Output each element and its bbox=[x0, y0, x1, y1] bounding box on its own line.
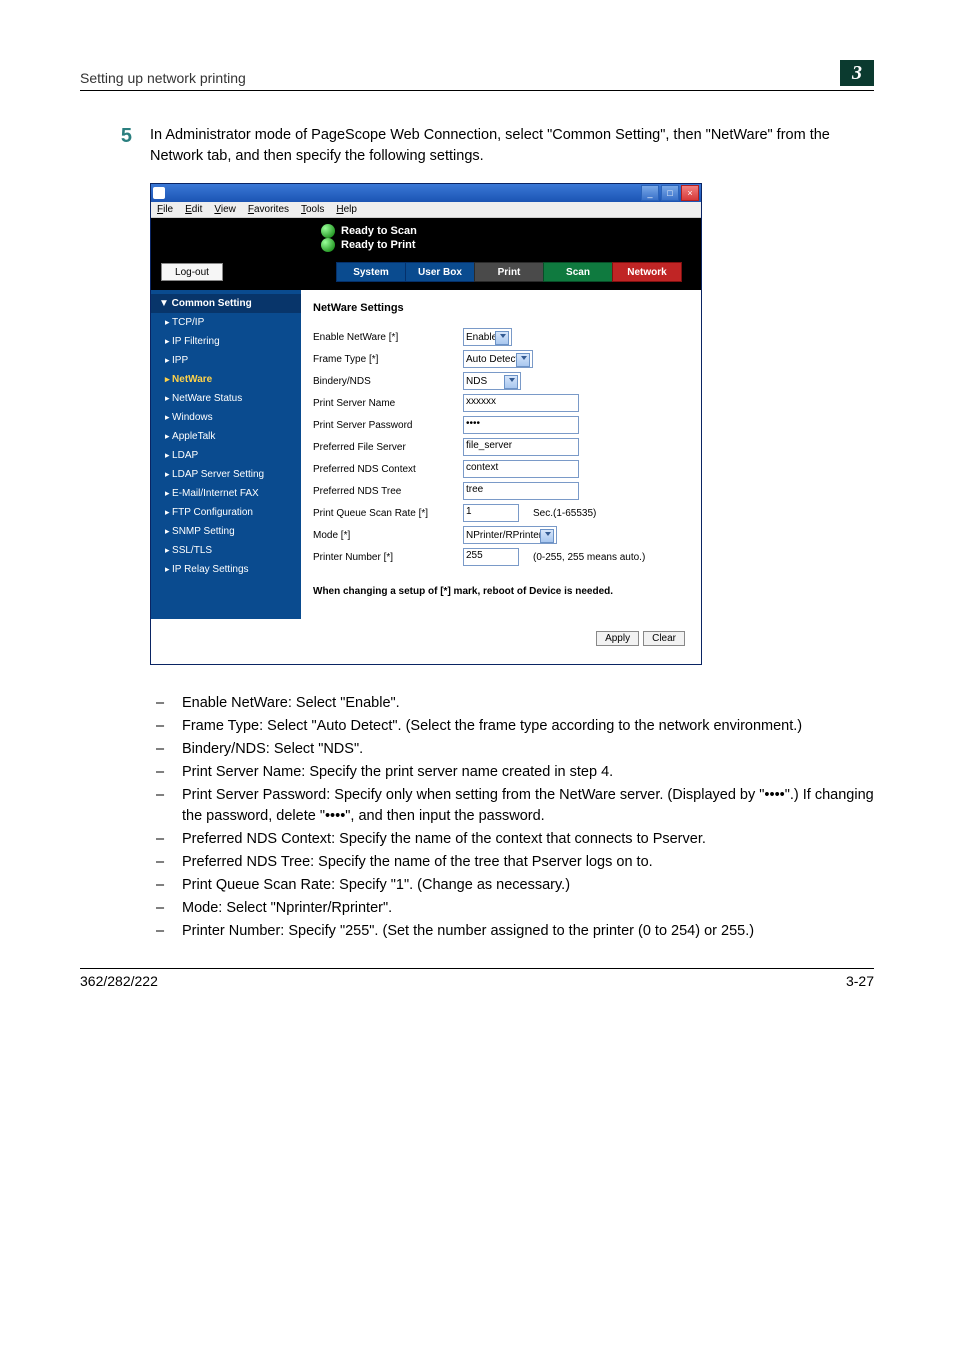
label-bindery-nds: Bindery/NDS bbox=[313, 376, 463, 387]
sidebar-item-ldap[interactable]: LDAP bbox=[151, 446, 301, 465]
input-printer-number[interactable]: 255 bbox=[463, 548, 519, 566]
browser-menu-bar: File Edit View Favorites Tools Help bbox=[151, 202, 701, 218]
sidebar: ▼ Common Setting TCP/IP IP Filtering IPP… bbox=[151, 290, 301, 619]
tab-system[interactable]: System bbox=[336, 262, 406, 282]
label-preferred-file-server: Preferred File Server bbox=[313, 442, 463, 453]
tab-print[interactable]: Print bbox=[474, 262, 544, 282]
select-enable-netware[interactable]: Enable bbox=[463, 328, 512, 346]
ready-print: Ready to Print bbox=[341, 239, 416, 251]
sidebar-section-common[interactable]: ▼ Common Setting bbox=[151, 294, 301, 313]
sidebar-item-netware[interactable]: NetWare bbox=[151, 370, 301, 389]
bullet-item: Mode: Select "Nprinter/Rprinter". bbox=[182, 898, 874, 919]
browser-window: _ □ × File Edit View Favorites Tools Hel… bbox=[150, 183, 702, 665]
bullet-item: Print Server Password: Specify only when… bbox=[182, 785, 874, 827]
bullet-item: Enable NetWare: Select "Enable". bbox=[182, 693, 874, 714]
label-printer-number: Printer Number [*] bbox=[313, 552, 463, 563]
sidebar-item-ldap-server[interactable]: LDAP Server Setting bbox=[151, 465, 301, 484]
label-print-server-password: Print Server Password bbox=[313, 420, 463, 431]
sidebar-item-snmp[interactable]: SNMP Setting bbox=[151, 522, 301, 541]
minimize-button[interactable]: _ bbox=[641, 185, 659, 201]
label-print-queue-scan-rate: Print Queue Scan Rate [*] bbox=[313, 508, 463, 519]
sidebar-item-ftp[interactable]: FTP Configuration bbox=[151, 503, 301, 522]
ready-scan: Ready to Scan bbox=[341, 225, 417, 237]
input-preferred-nds-context[interactable]: context bbox=[463, 460, 579, 478]
clear-button[interactable]: Clear bbox=[643, 631, 685, 646]
maximize-button[interactable]: □ bbox=[661, 185, 679, 201]
window-titlebar: _ □ × bbox=[151, 184, 701, 202]
menu-favorites[interactable]: Favorites bbox=[248, 204, 289, 215]
sidebar-item-appletalk[interactable]: AppleTalk bbox=[151, 427, 301, 446]
tab-network[interactable]: Network bbox=[612, 262, 682, 282]
bullet-item: Frame Type: Select "Auto Detect". (Selec… bbox=[182, 716, 874, 737]
input-preferred-nds-tree[interactable]: tree bbox=[463, 482, 579, 500]
menu-tools[interactable]: Tools bbox=[301, 204, 324, 215]
sidebar-item-ipfiltering[interactable]: IP Filtering bbox=[151, 332, 301, 351]
label-print-server-name: Print Server Name bbox=[313, 398, 463, 409]
sidebar-item-ipp[interactable]: IPP bbox=[151, 351, 301, 370]
menu-view[interactable]: View bbox=[214, 204, 236, 215]
step-number: 5 bbox=[80, 125, 150, 167]
step-text: In Administrator mode of PageScope Web C… bbox=[150, 125, 874, 167]
bullet-item: Print Server Name: Specify the print ser… bbox=[182, 762, 874, 783]
settings-panel: NetWare Settings Enable NetWare [*] Enab… bbox=[301, 290, 701, 619]
bullet-item: Preferred NDS Tree: Specify the name of … bbox=[182, 852, 874, 873]
chapter-badge: 3 bbox=[840, 60, 874, 86]
input-print-server-name[interactable]: xxxxxx bbox=[463, 394, 579, 412]
input-preferred-file-server[interactable]: file_server bbox=[463, 438, 579, 456]
ie-icon bbox=[153, 187, 165, 199]
suffix-printer-number: (0-255, 255 means auto.) bbox=[533, 552, 645, 563]
running-header: Setting up network printing bbox=[80, 70, 832, 86]
select-frame-type[interactable]: Auto Detect bbox=[463, 350, 533, 368]
tab-userbox[interactable]: User Box bbox=[405, 262, 475, 282]
reboot-note: When changing a setup of [*] mark, reboo… bbox=[313, 586, 687, 597]
menu-help[interactable]: Help bbox=[336, 204, 357, 215]
tab-scan[interactable]: Scan bbox=[543, 262, 613, 282]
label-preferred-nds-tree: Preferred NDS Tree bbox=[313, 486, 463, 497]
select-bindery-nds[interactable]: NDS bbox=[463, 372, 521, 390]
bullet-item: Preferred NDS Context: Specify the name … bbox=[182, 829, 874, 850]
bullet-item: Print Queue Scan Rate: Specify "1". (Cha… bbox=[182, 875, 874, 896]
bullet-item: Printer Number: Specify "255". (Set the … bbox=[182, 921, 874, 942]
bullet-item: Bindery/NDS: Select "NDS". bbox=[182, 739, 874, 760]
label-enable-netware: Enable NetWare [*] bbox=[313, 332, 463, 343]
label-preferred-nds-context: Preferred NDS Context bbox=[313, 464, 463, 475]
close-button[interactable]: × bbox=[681, 185, 699, 201]
input-print-server-password[interactable]: •••• bbox=[463, 416, 579, 434]
suffix-scan-rate: Sec.(1-65535) bbox=[533, 508, 596, 519]
footer-left: 362/282/222 bbox=[80, 973, 158, 989]
status-icon bbox=[321, 224, 335, 238]
sidebar-item-ip-relay[interactable]: IP Relay Settings bbox=[151, 560, 301, 579]
bullet-list: –Enable NetWare: Select "Enable". –Frame… bbox=[150, 693, 874, 942]
logout-button[interactable]: Log-out bbox=[161, 263, 223, 281]
sidebar-item-ssl-tls[interactable]: SSL/TLS bbox=[151, 541, 301, 560]
footer-right: 3-27 bbox=[846, 973, 874, 989]
sidebar-item-windows[interactable]: Windows bbox=[151, 408, 301, 427]
panel-title: NetWare Settings bbox=[313, 302, 687, 314]
sidebar-item-tcpip[interactable]: TCP/IP bbox=[151, 313, 301, 332]
label-frame-type: Frame Type [*] bbox=[313, 354, 463, 365]
menu-file[interactable]: File bbox=[157, 204, 173, 215]
menu-edit[interactable]: Edit bbox=[185, 204, 202, 215]
status-icon bbox=[321, 238, 335, 252]
input-print-queue-scan-rate[interactable]: 1 bbox=[463, 504, 519, 522]
label-mode: Mode [*] bbox=[313, 530, 463, 541]
sidebar-item-netware-status[interactable]: NetWare Status bbox=[151, 389, 301, 408]
sidebar-item-email-ifax[interactable]: E-Mail/Internet FAX bbox=[151, 484, 301, 503]
apply-button[interactable]: Apply bbox=[596, 631, 639, 646]
select-mode[interactable]: NPrinter/RPrinter bbox=[463, 526, 557, 544]
